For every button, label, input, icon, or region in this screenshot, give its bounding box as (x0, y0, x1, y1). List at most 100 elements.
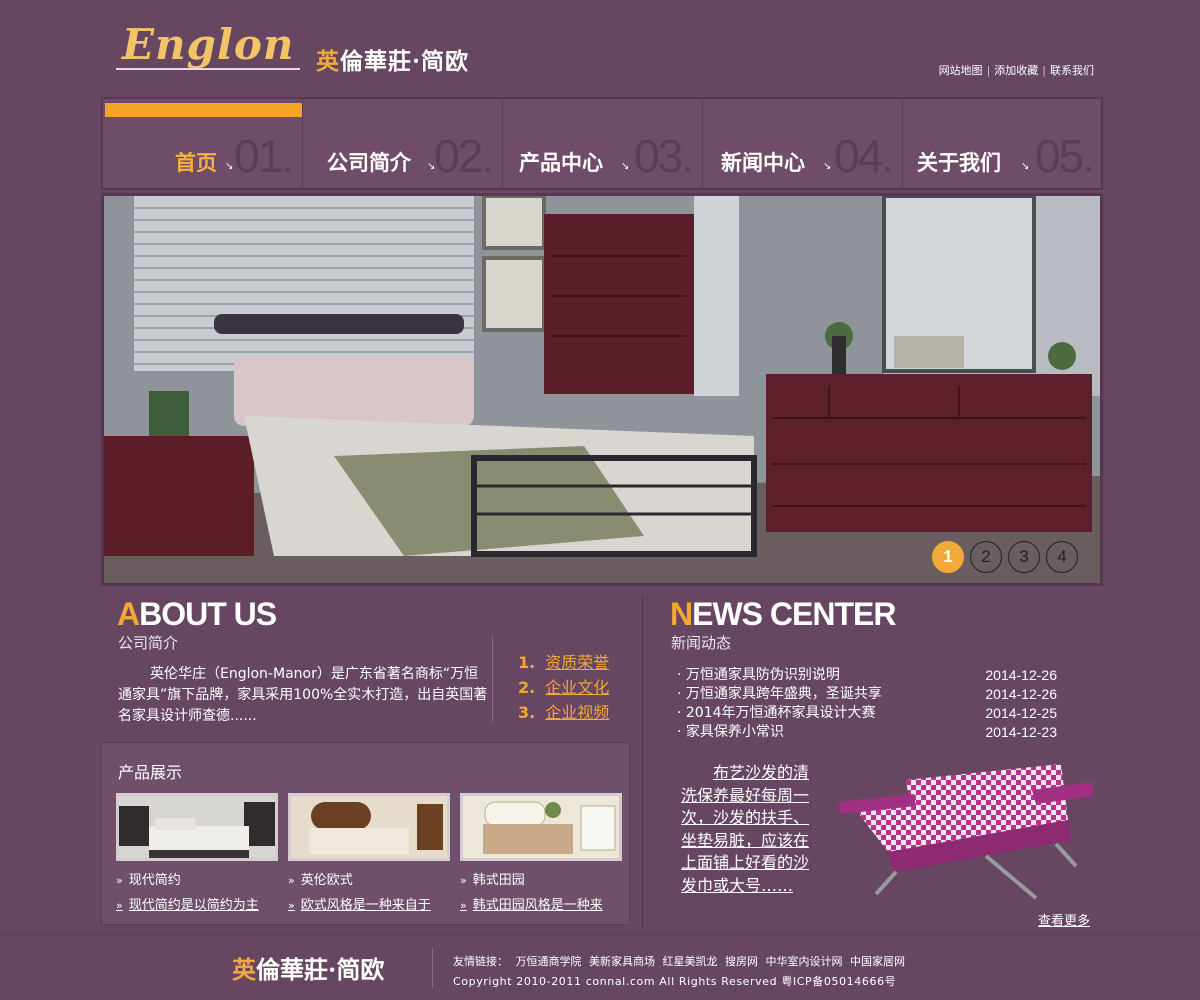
nav-label: 公司简介 (327, 150, 411, 175)
slide-dot-1[interactable]: 1 (932, 541, 964, 573)
news-date: 2014-12-23 (985, 724, 1057, 740)
logo-underline (116, 68, 300, 70)
sofa-image[interactable] (836, 760, 1098, 900)
nav-number: 05. (1035, 130, 1095, 182)
active-indicator-bar (105, 103, 302, 117)
product-desc[interactable]: » 韩式田园风格是一种来 (460, 894, 625, 913)
product-thumbnail[interactable] (288, 793, 450, 861)
brand-logo[interactable]: Englon 英倫華莊·简欧 (116, 18, 501, 82)
nav-item-company[interactable]: 02. 公司简介 ↘ (303, 99, 503, 188)
column-divider (642, 597, 643, 927)
link-index: 1. (518, 653, 536, 672)
product-thumbnail[interactable] (116, 793, 278, 861)
friend-link[interactable]: 中华室内设计网 (766, 955, 843, 968)
slide-dot-3[interactable]: 3 (1008, 541, 1040, 573)
product-photo-korean (463, 796, 619, 858)
view-more-link[interactable]: 查看更多 (1038, 910, 1090, 929)
product-name: » 现代简约 (116, 869, 281, 888)
contact-us-link[interactable]: 联系我们 (1050, 64, 1094, 77)
product-desc-text: 韩式田园风格是一种来 (472, 898, 603, 913)
slide-dot-2[interactable]: 2 (970, 541, 1002, 573)
product-desc[interactable]: » 欧式风格是一种来自于 (288, 894, 453, 913)
about-link-culture[interactable]: 2. 企业文化 (518, 675, 609, 700)
corner-arrow-icon: ↘ (621, 161, 630, 172)
link-index: 3. (518, 703, 536, 722)
product-name-text: 韩式田园 (472, 873, 525, 888)
about-divider (492, 636, 493, 722)
news-subtitle: 新闻动态 (671, 634, 732, 652)
link-text[interactable]: 企业视频 (545, 703, 609, 722)
friend-link[interactable]: 中国家居网 (850, 955, 905, 968)
news-title[interactable]: · 2014年万恒通杯家具设计大赛 (677, 704, 876, 723)
footer-logo-rest: 倫華莊·简欧 (256, 955, 385, 984)
corner-arrow-icon: ↘ (1021, 161, 1030, 172)
product-desc-text: 现代简约是以简约为主 (128, 898, 259, 913)
bedroom-photo (104, 196, 1100, 583)
double-chevron-icon: » (288, 874, 295, 887)
logo-chinese: 英倫華莊·简欧 (316, 42, 469, 76)
nav-number: 03. (634, 130, 694, 182)
news-item[interactable]: · 家具保养小常识 2014-12-23 (677, 723, 1057, 742)
news-heading-rest: EWS CENTER (692, 596, 896, 632)
hero-banner[interactable]: 1 2 3 4 (101, 193, 1103, 586)
news-title[interactable]: · 万恒通家具防伪识别说明 (677, 666, 840, 685)
nav-item-about[interactable]: 05. 关于我们 ↘ (903, 99, 1103, 188)
friend-link[interactable]: 万恒通商学院 (516, 955, 582, 968)
about-heading-rest: BOUT US (139, 596, 277, 632)
about-heading: ABOUT US (117, 596, 277, 633)
news-date: 2014-12-26 (985, 686, 1057, 702)
nav-number: 01. (234, 130, 294, 182)
double-chevron-icon: » (116, 899, 123, 912)
products-panel: 产品展示 » 现代简约 » 现代简约是以简约为主 » 英伦欧式 » 欧式风格是一… (101, 742, 630, 925)
products-title: 产品展示 (118, 763, 183, 782)
news-title[interactable]: · 万恒通家具跨年盛典，圣诞共享 (677, 685, 882, 704)
product-name-text: 英伦欧式 (300, 873, 353, 888)
product-card[interactable]: » 韩式田园 » 韩式田园风格是一种来 (460, 793, 623, 913)
news-item[interactable]: · 万恒通家具防伪识别说明 2014-12-26 (677, 666, 1057, 685)
footer-logo-first: 英 (232, 955, 256, 984)
friend-links-label: 友情链接： (453, 955, 508, 968)
news-title[interactable]: · 家具保养小常识 (677, 723, 784, 742)
product-desc[interactable]: » 现代简约是以简约为主 (116, 894, 281, 913)
news-date: 2014-12-26 (985, 667, 1057, 683)
product-thumbnail[interactable] (460, 793, 622, 861)
footer-logo[interactable]: 英倫華莊·简欧 (232, 950, 384, 985)
product-name: » 韩式田园 (460, 869, 625, 888)
product-name-text: 现代简约 (128, 873, 181, 888)
nav-label: 首页 (175, 150, 217, 175)
featured-article-text[interactable]: 布艺沙发的清洗保养最好每周一次，沙发的扶手、坐垫易脏，应该在上面铺上好看的沙发巾… (681, 762, 817, 897)
sitemap-link[interactable]: 网站地图 (939, 64, 983, 77)
footer-divider (432, 948, 433, 988)
news-heading-cap: N (670, 596, 693, 632)
friend-link[interactable]: 搜房网 (725, 955, 758, 968)
friend-link[interactable]: 红星美凯龙 (663, 955, 718, 968)
about-link-video[interactable]: 3. 企业视频 (518, 700, 609, 725)
logo-english: Englon (122, 20, 295, 69)
slide-dot-4[interactable]: 4 (1046, 541, 1078, 573)
nav-number: 02. (434, 130, 494, 182)
link-index: 2. (518, 678, 536, 697)
double-chevron-icon: » (460, 874, 467, 887)
product-name: » 英伦欧式 (288, 869, 453, 888)
about-heading-cap: A (117, 596, 140, 632)
add-favorite-link[interactable]: 添加收藏 (994, 64, 1038, 77)
product-card[interactable]: » 英伦欧式 » 欧式风格是一种来自于 (288, 793, 451, 913)
nav-label: 产品中心 (519, 150, 603, 175)
nav-item-products[interactable]: 03. 产品中心 ↘ (503, 99, 703, 188)
double-chevron-icon: » (460, 899, 467, 912)
footer-separator (0, 934, 1200, 935)
nav-item-news[interactable]: 04. 新闻中心 ↘ (703, 99, 903, 188)
product-card[interactable]: » 现代简约 » 现代简约是以简约为主 (116, 793, 279, 913)
link-text[interactable]: 资质荣誉 (545, 653, 609, 672)
news-item[interactable]: · 万恒通家具跨年盛典，圣诞共享 2014-12-26 (677, 685, 1057, 704)
news-heading: NEWS CENTER (670, 596, 896, 633)
about-link-honors[interactable]: 1. 资质荣誉 (518, 650, 609, 675)
nav-item-home[interactable]: 01. 首页 ↘ (103, 99, 303, 188)
news-item[interactable]: · 2014年万恒通杯家具设计大赛 2014-12-25 (677, 704, 1057, 723)
friend-link[interactable]: 美新家具商场 (589, 955, 655, 968)
double-chevron-icon: » (288, 899, 295, 912)
link-separator: | (986, 64, 991, 77)
logo-chinese-rest: 倫華莊·简欧 (340, 48, 470, 75)
about-subtitle: 公司简介 (118, 634, 179, 652)
link-text[interactable]: 企业文化 (545, 678, 609, 697)
